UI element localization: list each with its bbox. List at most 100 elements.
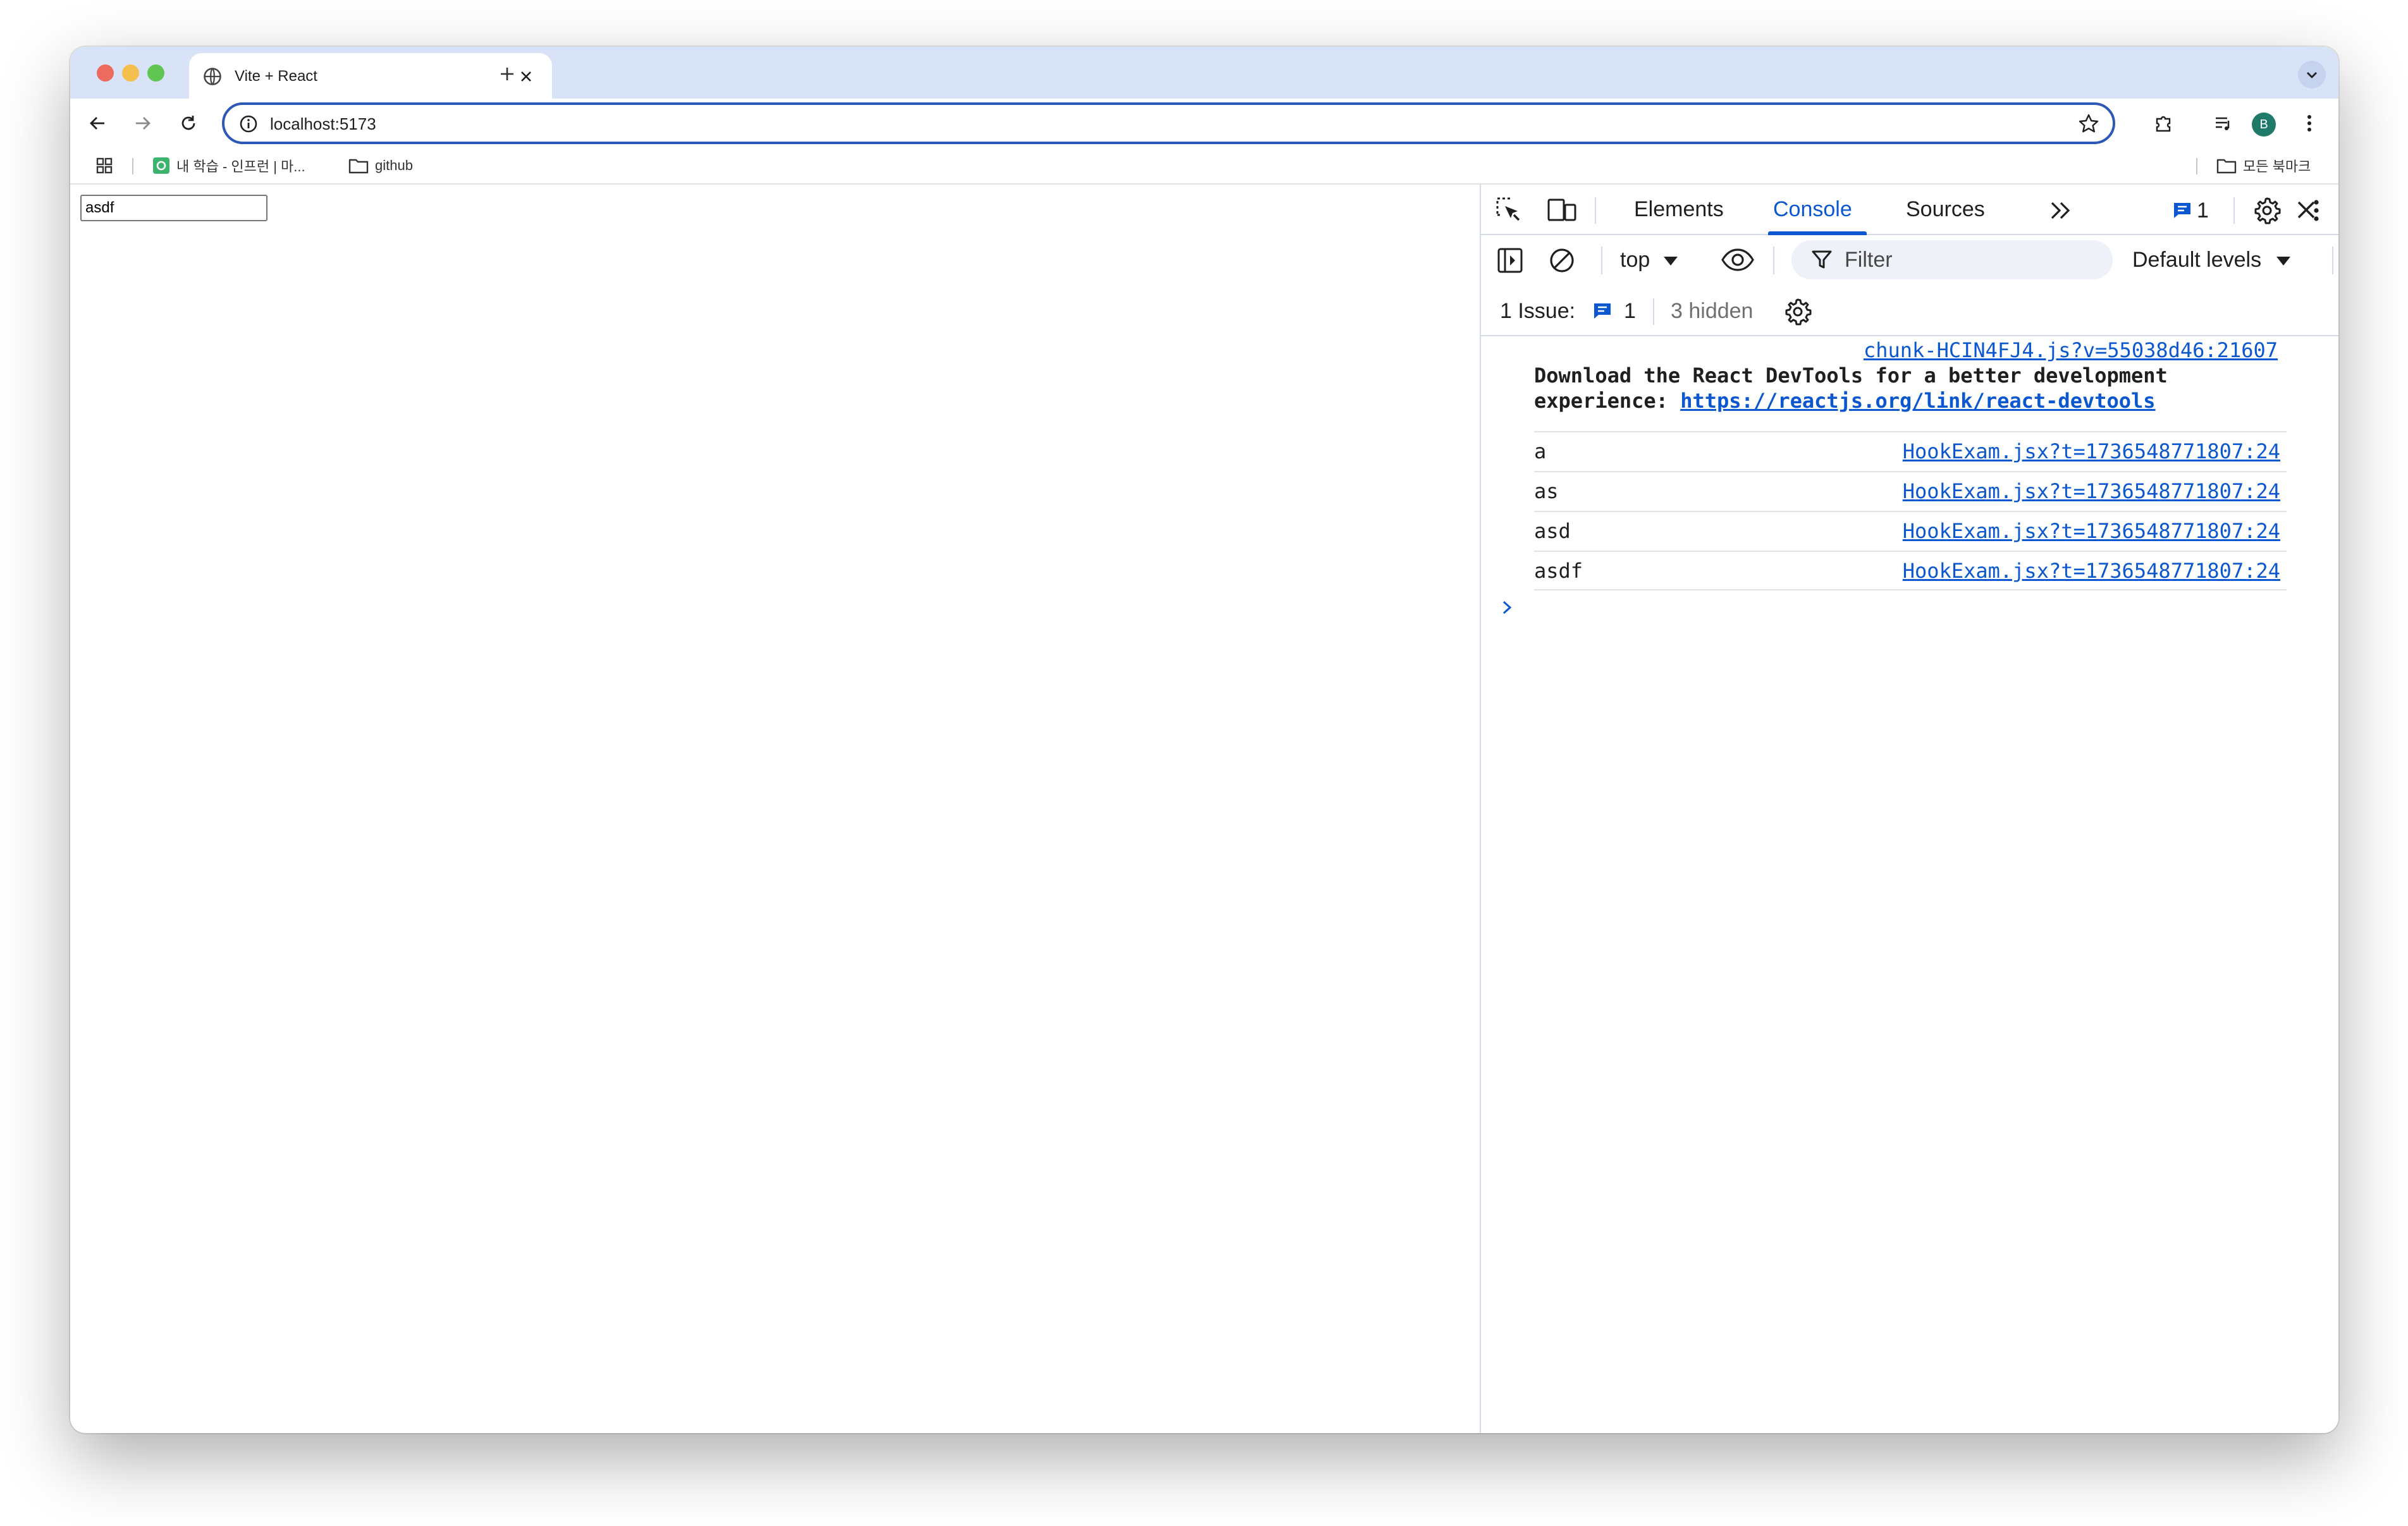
close-icon <box>2297 201 2315 219</box>
arrow-right-icon <box>136 117 150 130</box>
all-bookmarks-label: 모든 북마크 <box>2243 159 2311 174</box>
bookmark-label: 내 학습 - 인프런 | 마... <box>176 159 305 174</box>
filter-icon <box>1812 250 1832 269</box>
gear-icon <box>1785 298 1812 326</box>
issues-label: 1 Issue: <box>1500 299 1576 323</box>
source-link[interactable]: HookExam.jsx?t=1736548771807:24 <box>1903 518 2280 544</box>
devtools-tab-bar: Elements Console Sources 1 <box>1481 185 2338 235</box>
arrow-left-icon <box>90 117 104 130</box>
tab-sources[interactable]: Sources <box>1906 196 1985 223</box>
device-toggle-icon <box>1547 198 1576 221</box>
url-text: localhost:5173 <box>270 114 376 133</box>
console-log-row: asd HookExam.jsx?t=1736548771807:24 <box>1534 511 2287 551</box>
settings-button[interactable] <box>2251 195 2283 226</box>
bookmarks-divider <box>132 158 133 174</box>
close-devtools-button[interactable] <box>2290 193 2323 226</box>
source-link[interactable]: HookExam.jsx?t=1736548771807:24 <box>1903 439 2280 464</box>
text-input[interactable] <box>80 195 267 221</box>
log-text: as <box>1534 479 1559 503</box>
source-link[interactable]: chunk-HCIN4FJ4.js?v=55038d46:21607 <box>1864 338 2278 363</box>
log-levels-value: Default levels <box>2132 248 2262 272</box>
bookmark-inflearn[interactable]: 내 학습 - 인프런 | 마... <box>152 156 305 176</box>
tab-search-button[interactable] <box>2298 61 2326 89</box>
bookmark-label: github <box>375 157 413 173</box>
inflearn-favicon-icon <box>153 157 169 174</box>
bookmark-github[interactable]: github <box>348 156 413 176</box>
log-text: a <box>1534 439 1547 463</box>
folder-icon <box>2216 159 2237 174</box>
log-levels-dropdown[interactable]: Default levels <box>2132 247 2292 273</box>
browser-toolbar: localhost:5173 B <box>70 99 2338 147</box>
source-link[interactable]: HookExam.jsx?t=1736548771807:24 <box>1903 479 2280 504</box>
log-text: asdf <box>1534 559 1583 583</box>
more-tabs-button[interactable] <box>2046 196 2075 225</box>
inspect-element-button[interactable] <box>1494 195 1524 225</box>
apps-button[interactable] <box>95 156 113 176</box>
folder-icon <box>348 159 369 174</box>
device-toolbar-button[interactable] <box>1545 195 1578 225</box>
toolbar-divider <box>1773 247 1774 274</box>
inspect-icon <box>1496 197 1520 221</box>
maximize-window-button[interactable] <box>147 64 164 82</box>
issues-badge-count: 1 <box>2197 198 2209 223</box>
issues-badge[interactable]: 1 <box>2172 196 2220 225</box>
caret-down-icon <box>2276 257 2290 266</box>
tab-console[interactable]: Console <box>1773 196 1852 223</box>
issues-count[interactable]: 1 <box>1624 298 1636 324</box>
chevron-down-icon <box>2307 72 2317 78</box>
media-queue-icon <box>2216 117 2230 130</box>
address-bar[interactable]: localhost:5173 <box>222 102 2115 144</box>
forward-button[interactable] <box>128 109 157 138</box>
globe-icon <box>204 68 221 85</box>
toolbar-divider <box>1601 247 1602 274</box>
browser-menu-button[interactable] <box>2295 109 2324 138</box>
tab-title: Vite + React <box>235 68 317 85</box>
puzzle-icon <box>2156 116 2171 132</box>
minimize-window-button[interactable] <box>122 64 139 82</box>
clear-console-button[interactable] <box>1547 245 1577 276</box>
all-bookmarks-button[interactable]: 모든 북마크 <box>2216 156 2311 176</box>
star-icon[interactable] <box>2077 113 2100 135</box>
tab-strip: Vite + React <box>70 47 2338 99</box>
extensions-button[interactable] <box>2149 109 2178 138</box>
chevron-right-icon <box>1502 601 1512 614</box>
gear-icon <box>2254 197 2281 224</box>
react-devtools-link[interactable]: https://reactjs.org/link/react-devtools <box>1680 389 2155 413</box>
new-tab-button[interactable] <box>495 62 519 86</box>
reading-list-button[interactable] <box>2209 109 2238 138</box>
message-icon <box>2174 203 2190 218</box>
console-sidebar-button[interactable] <box>1495 245 1525 276</box>
filter-placeholder: Filter <box>1845 248 1893 272</box>
block-icon <box>1550 248 1574 272</box>
profile-avatar[interactable]: B <box>2252 113 2276 137</box>
console-message-text: Download the React DevTools for a better… <box>1534 363 2293 413</box>
close-icon <box>521 71 531 82</box>
toolbar-divider <box>1595 197 1596 224</box>
eye-icon <box>1721 248 1754 271</box>
reload-button[interactable] <box>174 109 203 138</box>
apps-grid-icon <box>96 157 113 174</box>
tab-elements[interactable]: Elements <box>1634 196 1724 223</box>
issues-link[interactable] <box>1590 298 1615 324</box>
caret-down-icon <box>1663 257 1678 266</box>
close-window-button[interactable] <box>97 64 114 82</box>
reload-icon <box>181 116 195 130</box>
page-viewport <box>70 185 1480 1433</box>
live-expression-button[interactable] <box>1720 244 1755 276</box>
console-log-row: as HookExam.jsx?t=1736548771807:24 <box>1534 471 2287 511</box>
toolbar-divider <box>2332 247 2333 274</box>
issues-bar: 1 Issue: 1 3 hidden <box>1481 286 2338 336</box>
browser-window: Vite + React localhost:5173 B 내 학습 - 인프런… <box>70 47 2338 1433</box>
console-prompt[interactable] <box>1500 598 1514 620</box>
toolbar-divider <box>2233 197 2235 224</box>
console-filter-input[interactable]: Filter <box>1791 240 2113 279</box>
site-info-icon[interactable] <box>238 114 259 134</box>
double-chevron-right-icon <box>2051 202 2070 219</box>
toolbar-divider <box>1653 298 1654 325</box>
console-log-row: a HookExam.jsx?t=1736548771807:24 <box>1534 431 2287 471</box>
back-button[interactable] <box>83 109 112 138</box>
console-log-row: asdf HookExam.jsx?t=1736548771807:24 <box>1534 551 2287 590</box>
source-link[interactable]: HookExam.jsx?t=1736548771807:24 <box>1903 558 2280 583</box>
context-selector[interactable]: top <box>1620 247 1679 273</box>
console-settings-button[interactable] <box>1782 296 1814 327</box>
